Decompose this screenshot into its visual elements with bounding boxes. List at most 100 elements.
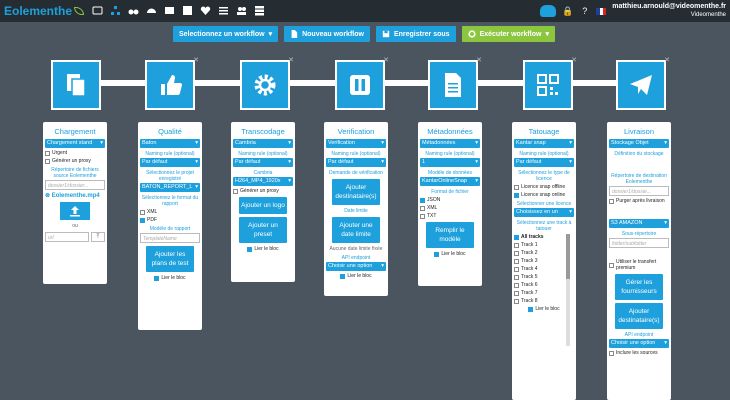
pdf-checkbox[interactable]: PDF [140, 217, 200, 223]
cambria-select[interactable]: H264_MP4_1920x [233, 177, 293, 186]
tile-livraison[interactable]: ✕ [616, 57, 670, 110]
new-workflow-button[interactable]: Nouveau workflow [284, 26, 370, 42]
s3-select[interactable]: S3 AMAZON [609, 219, 669, 228]
close-icon[interactable]: ✕ [571, 56, 577, 64]
stack-icon[interactable] [254, 5, 265, 16]
link-block-checkbox[interactable]: Lier le bloc [514, 306, 574, 312]
add-preset-button[interactable]: Ajouter un preset [239, 217, 287, 243]
flag-fr-icon[interactable] [596, 7, 607, 15]
proxy-checkbox[interactable]: Générer un proxy [233, 188, 293, 194]
close-icon[interactable]: ✕ [476, 56, 482, 64]
api-select[interactable]: Choisir une option [609, 339, 669, 348]
directory-input[interactable]: dossier1/dossier... [45, 180, 105, 190]
purge-checkbox[interactable]: Purger après livraison [609, 198, 669, 204]
link-block-checkbox[interactable]: Lier le bloc [326, 273, 386, 279]
offline-checkbox[interactable]: Licence snap offline [514, 184, 574, 190]
licence-select[interactable]: Choisissez en un [514, 208, 574, 217]
naming-select[interactable]: 1 [420, 158, 480, 167]
subdir-input[interactable]: folder/subfolder [609, 238, 669, 248]
track-item[interactable]: Track 2 [514, 250, 566, 256]
template-input[interactable]: TemplateName [140, 233, 200, 243]
manage-providers-button[interactable]: Gérer les fournisseurs [615, 274, 663, 300]
proxy-checkbox[interactable]: Générer un proxy [45, 158, 105, 164]
module-select[interactable]: Baton [140, 139, 200, 148]
add-recipients-button[interactable]: Ajouter destinataire(s) [615, 303, 663, 329]
fill-template-button[interactable]: Remplir le modèle [426, 222, 474, 248]
track-item[interactable]: Track 7 [514, 290, 566, 296]
binoculars-icon[interactable] [128, 5, 139, 16]
table-icon[interactable] [164, 5, 175, 16]
add-deadline-button[interactable]: Ajouter une date limite [332, 217, 380, 243]
heartbeat-icon[interactable] [200, 5, 211, 16]
close-icon[interactable]: ✕ [664, 56, 670, 64]
module-select[interactable]: Chargement stand [45, 139, 105, 148]
module-select[interactable]: Métadonnées [420, 139, 480, 148]
projet-select[interactable]: BATON_REPORT_L [140, 183, 200, 192]
add-logo-button[interactable]: Ajouter un logo [239, 197, 287, 214]
upload-button[interactable] [60, 202, 90, 220]
scrollbar-thumb[interactable] [566, 234, 570, 279]
track-item[interactable]: Track 5 [514, 274, 566, 280]
track-item[interactable]: Track 3 [514, 258, 566, 264]
upload-url-icon[interactable]: ⤒ [91, 232, 105, 242]
json-checkbox[interactable]: JSON [420, 197, 480, 203]
url-input[interactable]: url [45, 232, 89, 242]
premium-transfer-checkbox[interactable]: Utiliser le transfert premium [609, 259, 669, 271]
module-select[interactable]: Cambria [233, 139, 293, 148]
xml-checkbox[interactable]: XML [140, 209, 200, 215]
select-workflow-dropdown[interactable]: Selectionnez un workflow ▾ [173, 26, 279, 42]
tile-transcodage[interactable]: ✕ [240, 57, 294, 110]
close-icon[interactable]: ✕ [193, 56, 199, 64]
include-sources-checkbox[interactable]: Inclure les sources [609, 350, 669, 356]
tile-verification[interactable]: ✕ [335, 57, 389, 110]
modele-select[interactable]: KantarOnlineSnap [420, 177, 480, 186]
users-icon[interactable] [236, 5, 247, 16]
dest-dir-input[interactable]: dossier1/dossie... [609, 186, 669, 196]
run-workflow-dropdown[interactable]: Exécuter workflow ▾ [461, 26, 555, 42]
track-scrollbar[interactable] [566, 234, 570, 346]
tile-chargement[interactable] [51, 60, 101, 110]
api-select[interactable]: Choisir une option [326, 262, 386, 271]
track-item[interactable]: All tracks [514, 234, 566, 240]
eolementhe-logo[interactable]: Eolementhe [4, 4, 85, 18]
naming-select[interactable]: Par défaut [514, 158, 574, 167]
tile-tatouage[interactable]: ✕ [523, 57, 577, 110]
module-select[interactable]: Stockage Objet [609, 139, 669, 148]
close-icon[interactable]: ✕ [288, 56, 294, 64]
user-menu[interactable]: matthieu.arnould@videomenthe.fr Videomen… [612, 2, 726, 20]
tile-metadonnees[interactable]: ✕ [428, 57, 482, 110]
remove-icon[interactable]: ⊗ [45, 193, 50, 199]
cloud-icon[interactable] [540, 5, 557, 17]
txt-checkbox[interactable]: TXT [420, 213, 480, 219]
naming-select[interactable]: Par défaut [326, 158, 386, 167]
add-recipients-button[interactable]: Ajouter destinataire(s) [332, 179, 380, 205]
track-label: Track 2 [521, 250, 538, 256]
xml-checkbox[interactable]: XML [420, 205, 480, 211]
close-icon[interactable]: ✕ [383, 56, 389, 64]
track-item[interactable]: Track 4 [514, 266, 566, 272]
track-item[interactable]: Track 1 [514, 242, 566, 248]
add-test-plans-button[interactable]: Ajouter les plans de test [146, 246, 194, 272]
file-link[interactable]: ⊗ Eolementhe.mp4 [45, 192, 105, 199]
link-block-checkbox[interactable]: Lier le bloc [233, 246, 293, 252]
track-label: Sélectionnez une track à tatouer [516, 220, 572, 232]
sitemap-icon[interactable] [110, 5, 121, 16]
naming-select[interactable]: Par défaut [233, 158, 293, 167]
dashboard-icon[interactable] [146, 5, 157, 16]
lock-icon[interactable]: 🔒 [562, 6, 573, 17]
tile-qualite[interactable]: ✕ [145, 57, 199, 110]
module-select[interactable]: Verification [326, 139, 386, 148]
module-select[interactable]: Kantar snap [514, 139, 574, 148]
online-checkbox[interactable]: Licence snap online [514, 192, 574, 198]
link-block-checkbox[interactable]: Lier le bloc [420, 251, 480, 257]
track-item[interactable]: Track 6 [514, 282, 566, 288]
cc-icon[interactable] [92, 5, 103, 16]
help-icon[interactable]: ? [579, 6, 590, 17]
urgent-checkbox[interactable]: Urgent [45, 150, 105, 156]
save-as-button[interactable]: Enregistrer sous [375, 26, 456, 42]
link-block-checkbox[interactable]: Lier le bloc [140, 275, 200, 281]
track-item[interactable]: Track 8 [514, 298, 566, 304]
chart-icon[interactable] [182, 5, 193, 16]
naming-select[interactable]: Par défaut [140, 158, 200, 167]
list-icon[interactable] [218, 5, 229, 16]
